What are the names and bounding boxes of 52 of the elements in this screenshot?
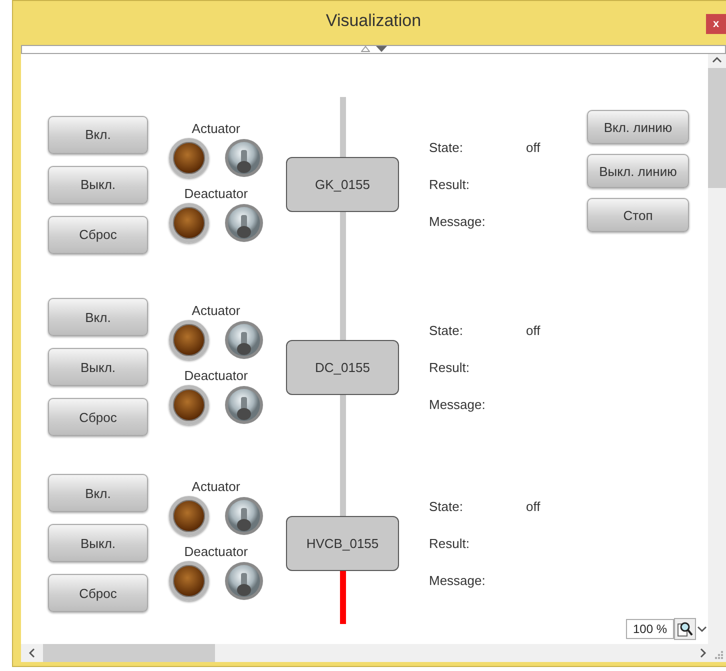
info-label: Result: bbox=[429, 536, 470, 550]
indicator-label: Actuator bbox=[192, 479, 240, 494]
info-label: Message: bbox=[429, 214, 486, 229]
magnifier-icon bbox=[677, 621, 693, 637]
horizontal-scrollbar[interactable] bbox=[21, 644, 708, 662]
device-block: HVCB_0155 bbox=[286, 516, 399, 570]
command-button[interactable]: Выкл. bbox=[48, 524, 148, 562]
toggle-switch-icon[interactable] bbox=[224, 138, 264, 178]
close-button[interactable]: x bbox=[706, 14, 726, 34]
scrollbar-thumb[interactable] bbox=[43, 644, 215, 662]
zoom-button[interactable] bbox=[674, 618, 696, 640]
info-value: off bbox=[526, 322, 542, 338]
info-label: State: bbox=[429, 140, 464, 155]
indicator-label: Deactuator bbox=[184, 368, 248, 383]
info-label: State: bbox=[429, 322, 464, 338]
chevron-right-icon[interactable] bbox=[698, 647, 708, 659]
info-label: State: bbox=[429, 498, 464, 514]
command-button[interactable]: Вкл. bbox=[48, 474, 148, 512]
toggle-switch-icon[interactable] bbox=[224, 385, 264, 425]
command-button[interactable]: Выкл. bbox=[48, 348, 148, 386]
device-block: GK_0155 bbox=[286, 157, 399, 212]
toggle-switch-icon[interactable] bbox=[224, 561, 264, 601]
window-title: Visualization bbox=[326, 11, 422, 31]
command-button[interactable]: Вкл. bbox=[48, 116, 148, 154]
scrollbar-thumb[interactable] bbox=[708, 68, 726, 188]
info-label: Result: bbox=[429, 177, 470, 192]
indicator-label: Actuator bbox=[192, 120, 240, 136]
line-command-button[interactable]: Стоп bbox=[587, 198, 689, 232]
toggle-switch-icon[interactable] bbox=[224, 320, 264, 360]
line-command-button[interactable]: Вкл. линию bbox=[587, 110, 689, 144]
info-label: Message: bbox=[429, 572, 486, 588]
indicator-label: Deactuator bbox=[184, 544, 248, 559]
toggle-switch-icon[interactable] bbox=[224, 496, 264, 536]
command-button[interactable]: Сброс bbox=[48, 574, 148, 612]
device-block: DC_0155 bbox=[286, 340, 399, 394]
command-button[interactable]: Вкл. bbox=[48, 298, 148, 336]
zoom-value[interactable]: 100 % bbox=[626, 619, 674, 639]
info-label: Message: bbox=[429, 396, 486, 412]
info-value: off bbox=[526, 498, 542, 514]
command-button[interactable]: Сброс bbox=[48, 398, 148, 436]
chevron-down-icon[interactable] bbox=[696, 624, 708, 634]
command-button[interactable]: Выкл. bbox=[48, 166, 148, 204]
indicator-label: Actuator bbox=[192, 303, 240, 318]
info-value: off bbox=[526, 140, 542, 155]
toggle-switch-icon[interactable] bbox=[224, 202, 264, 242]
line-command-button[interactable]: Выкл. линию bbox=[587, 154, 689, 188]
triangle-down-icon bbox=[376, 46, 386, 52]
command-button[interactable]: Сброс bbox=[48, 216, 148, 254]
info-label: Result: bbox=[429, 360, 470, 374]
vertical-scrollbar[interactable] bbox=[708, 54, 726, 644]
indicator-label: Deactuator bbox=[184, 186, 248, 200]
chevron-left-icon[interactable] bbox=[27, 647, 37, 659]
